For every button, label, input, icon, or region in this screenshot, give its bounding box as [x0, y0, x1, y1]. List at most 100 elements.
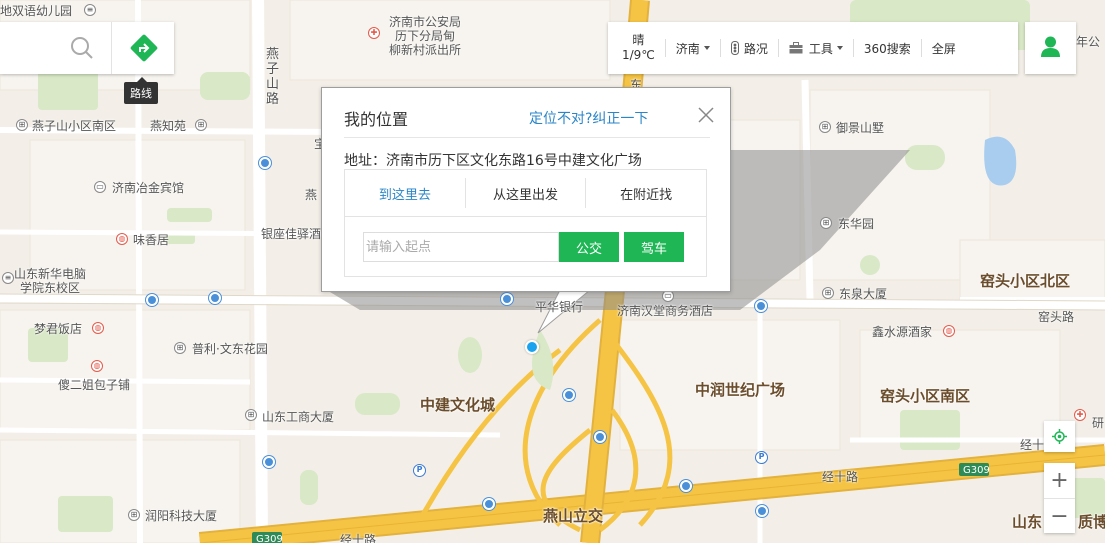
correct-location-link[interactable]: 定位不对?纠正一下 — [529, 108, 648, 128]
map-label: 燕知苑 — [150, 119, 187, 133]
map-label: 地双语幼儿园 — [0, 4, 73, 18]
search-panel — [0, 22, 174, 74]
tab-search-nearby[interactable]: 在附近找 — [585, 178, 706, 208]
user-button[interactable] — [1025, 22, 1076, 74]
search360-label: 360搜索 — [863, 41, 911, 56]
map-label: 梦君饭店 — [34, 322, 83, 336]
divider — [344, 137, 710, 138]
bus-stop-icon[interactable] — [483, 498, 495, 510]
city-selector[interactable]: 济南 — [664, 39, 720, 57]
current-location-marker[interactable] — [525, 340, 539, 354]
building-icon: ⊞ — [128, 509, 140, 521]
area-label: 山东 — [1012, 513, 1043, 531]
parking-icon: P — [413, 464, 426, 477]
area-label: 中润世纪广场 — [695, 381, 786, 399]
parking-icon: P — [755, 451, 768, 464]
start-point-input[interactable] — [363, 232, 559, 262]
building-icon: ⊞ — [174, 342, 186, 354]
user-icon — [1041, 36, 1060, 57]
traffic-label: 路况 — [743, 41, 768, 56]
building-icon: ⊞ — [245, 409, 257, 421]
bus-button[interactable]: 公交 — [559, 232, 619, 262]
bus-stop-icon[interactable] — [755, 300, 767, 312]
address-text: 地址：济南市历下区文化东路16号中建文化广场 — [344, 153, 642, 169]
search360-link[interactable]: 360搜索 — [852, 39, 921, 57]
hotel-icon: ▭ — [94, 181, 106, 193]
weather-temperature: 1/9℃ — [622, 48, 655, 62]
map-toolbar: 晴 1/9℃ 济南 路况 工具 360搜索 全屏 — [608, 22, 1018, 74]
toolbox-icon — [789, 42, 803, 54]
route-tooltip: 路线 — [124, 77, 158, 104]
close-icon[interactable] — [698, 107, 714, 123]
school-icon: ≡ — [84, 4, 96, 16]
bus-stop-icon[interactable] — [146, 294, 158, 306]
map-label: 柳新村派出所 — [389, 43, 462, 57]
map-label: 燕 — [305, 188, 318, 202]
area-label: 窑头小区北区 — [980, 272, 1071, 290]
area-label: 中建文化城 — [420, 396, 496, 414]
police-icon: ✚ — [368, 27, 380, 39]
search-icon[interactable] — [70, 36, 94, 60]
area-label: 质博 — [1078, 513, 1105, 531]
building-icon: ⊞ — [16, 119, 28, 131]
bus-stop-icon[interactable] — [501, 293, 513, 305]
fullscreen-button[interactable]: 全屏 — [920, 39, 966, 57]
tab-start-here[interactable]: 从这里出发 — [464, 178, 586, 208]
chevron-down-icon — [836, 46, 843, 50]
map-label: 年公 — [1076, 35, 1101, 49]
chevron-down-icon — [703, 46, 710, 50]
map-label: 山东工商大厦 — [262, 410, 335, 424]
city-label: 济南 — [675, 41, 700, 56]
map-label: 润阳科技大厦 — [145, 509, 218, 523]
route-actions-panel: 到这里去 从这里出发 在附近找 公交 驾车 — [344, 169, 707, 277]
restaurant-icon: ◍ — [943, 325, 955, 337]
bus-stop-icon[interactable] — [259, 157, 271, 169]
zoom-control: + − — [1044, 463, 1075, 533]
route-button[interactable] — [111, 22, 174, 74]
zoom-in-button[interactable]: + — [1044, 463, 1075, 498]
route-icon — [130, 34, 158, 62]
map-label: 济南汉堂商务酒店 — [617, 304, 714, 318]
map-label: 济南冶金宾馆 — [112, 181, 185, 195]
map-label: 东华园 — [838, 217, 875, 231]
zoom-out-button[interactable]: − — [1044, 498, 1075, 533]
map-label: 东泉大厦 — [839, 287, 888, 301]
building-icon: ⊞ — [820, 217, 832, 229]
bus-stop-icon[interactable] — [594, 431, 606, 443]
fullscreen-label: 全屏 — [931, 41, 956, 56]
map-label: 普利·文东花园 — [192, 342, 268, 356]
hospital-icon: ✚ — [1074, 409, 1086, 421]
locate-me-button[interactable] — [1044, 421, 1075, 452]
drive-button[interactable]: 驾车 — [624, 232, 684, 262]
map-label: 银座佳驿酒 — [261, 227, 322, 241]
locate-icon — [1052, 429, 1067, 444]
map-label: 平华银行 — [535, 300, 584, 314]
tools-dropdown[interactable]: 工具 — [777, 39, 853, 57]
map-label: 御景山墅 — [836, 121, 885, 135]
school-icon: ≡ — [2, 272, 14, 284]
area-label: 燕山立交 — [543, 507, 604, 525]
highway-badge: G309 — [963, 465, 990, 476]
road-label: 窑头路 — [1038, 310, 1075, 324]
traffic-light-icon — [730, 41, 739, 55]
tab-go-here[interactable]: 到这里去 — [345, 178, 465, 208]
road-label: 经十路 — [340, 533, 377, 543]
bus-stop-icon[interactable] — [263, 456, 275, 468]
map-label: 研 — [1092, 416, 1105, 430]
building-icon: ⊞ — [822, 287, 834, 299]
weather-condition: 晴 — [632, 33, 645, 47]
map-label: 学院东校区 — [20, 281, 81, 295]
bus-stop-icon[interactable] — [563, 389, 575, 401]
weather-widget[interactable]: 晴 1/9℃ — [608, 31, 665, 65]
bus-stop-icon[interactable] — [209, 292, 221, 304]
building-icon: ⊞ — [819, 121, 831, 133]
highway-badge: G309 — [256, 534, 283, 543]
map-label: 味香居 — [133, 233, 170, 247]
bus-stop-icon[interactable] — [680, 480, 692, 492]
map-label: 燕子山小区南区 — [32, 119, 117, 133]
traffic-button[interactable]: 路况 — [719, 39, 778, 57]
restaurant-icon: ◍ — [92, 322, 104, 334]
route-tabs: 到这里去 从这里出发 在附近找 — [345, 170, 706, 217]
building-icon: ⊞ — [195, 119, 207, 131]
bus-stop-icon[interactable] — [756, 505, 768, 517]
